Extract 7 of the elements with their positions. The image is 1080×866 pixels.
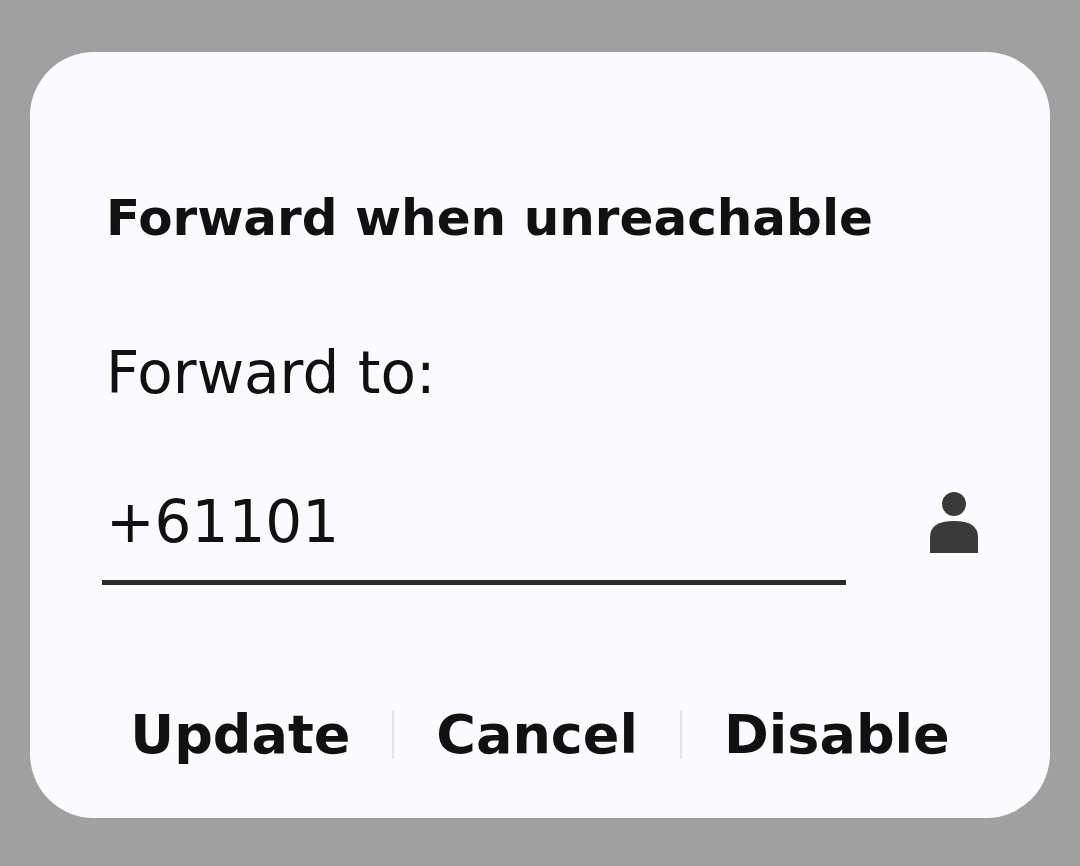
dialog-button[interactable]: Disable bbox=[712, 693, 962, 776]
phone-number-field[interactable]: +61101 bbox=[102, 488, 846, 585]
dialog-title: Forward when unreachable bbox=[106, 188, 874, 248]
contact-icon[interactable] bbox=[930, 490, 978, 553]
dialog-button[interactable]: Cancel bbox=[424, 693, 650, 776]
dialog-button[interactable]: Update bbox=[118, 693, 363, 776]
field-label: Forward to: bbox=[106, 338, 437, 408]
